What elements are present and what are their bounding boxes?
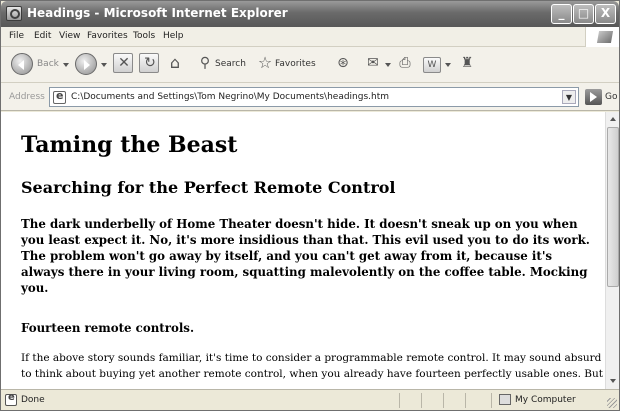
- back-label[interactable]: Back: [37, 59, 59, 69]
- address-text[interactable]: C:\Documents and Settings\Tom Negrino\My…: [71, 92, 389, 102]
- close-button[interactable]: X: [595, 4, 616, 24]
- menu-bar: File Edit View Favorites Tools Help: [1, 27, 619, 47]
- search-label[interactable]: Search: [215, 59, 246, 69]
- resize-grip-icon[interactable]: [607, 398, 617, 408]
- ie-page-icon: [6, 6, 22, 21]
- scroll-down-icon[interactable]: [607, 375, 619, 388]
- menu-tools[interactable]: Tools: [133, 31, 155, 41]
- status-divider: [465, 393, 466, 408]
- status-divider: [443, 393, 444, 408]
- history-icon[interactable]: ⊛: [333, 53, 353, 77]
- print-icon[interactable]: ⎙: [395, 53, 415, 77]
- status-bar: Done My Computer: [1, 389, 619, 410]
- home-icon[interactable]: ⌂: [165, 53, 185, 77]
- page-content: Taming the Beast Searching for the Perfe…: [1, 112, 605, 389]
- menu-file[interactable]: File: [9, 31, 24, 41]
- page-heading-1: Taming the Beast: [21, 132, 238, 158]
- page-heading-2: Searching for the Perfect Remote Control: [21, 178, 396, 197]
- status-page-icon: [5, 392, 17, 406]
- status-divider: [421, 393, 422, 408]
- menu-help[interactable]: Help: [163, 31, 184, 41]
- address-dropdown-icon[interactable]: ▼: [562, 90, 576, 104]
- status-divider: [399, 393, 400, 408]
- minimize-button[interactable]: _: [551, 4, 572, 24]
- mail-icon[interactable]: ✉: [363, 53, 383, 77]
- window-title: Headings - Microsoft Internet Explorer: [27, 6, 288, 20]
- page-paragraph: If the above story sounds familiar, it's…: [21, 352, 603, 380]
- windows-logo-icon: [585, 27, 619, 47]
- address-input[interactable]: C:\Documents and Settings\Tom Negrino\My…: [49, 87, 579, 107]
- page-heading-4-second: Fourteen remote controls.: [21, 321, 195, 335]
- vertical-scrollbar[interactable]: [605, 112, 619, 389]
- favorites-star-icon[interactable]: ☆: [255, 53, 275, 77]
- address-bar: Address C:\Documents and Settings\Tom Ne…: [1, 83, 619, 111]
- go-label[interactable]: Go: [605, 92, 617, 102]
- page-icon: [53, 89, 66, 104]
- menu-edit[interactable]: Edit: [34, 31, 51, 41]
- refresh-icon[interactable]: ↻: [139, 53, 159, 73]
- status-divider: [491, 393, 492, 408]
- forward-dropdown-icon[interactable]: [101, 63, 107, 70]
- back-dropdown-icon[interactable]: [63, 63, 69, 70]
- page-heading-4-intro: The dark underbelly of Home Theater does…: [21, 217, 590, 295]
- go-arrow-icon[interactable]: [585, 89, 602, 105]
- menu-view[interactable]: View: [59, 31, 80, 41]
- messenger-icon[interactable]: ♜: [457, 53, 477, 77]
- edit-icon[interactable]: W: [423, 57, 441, 73]
- menu-favorites[interactable]: Favorites: [87, 31, 128, 41]
- browser-window: Headings - Microsoft Internet Explorer _…: [0, 0, 620, 411]
- forward-arrow-icon[interactable]: [75, 53, 97, 75]
- toolbar: Back ✕ ↻ ⌂ ⚲ Search ☆ Favorites ⊛ ✉ ⎙ W …: [1, 47, 619, 83]
- search-icon[interactable]: ⚲: [195, 53, 215, 77]
- mail-dropdown-icon[interactable]: [385, 63, 391, 70]
- edit-dropdown-icon[interactable]: [445, 63, 451, 70]
- back-arrow-icon[interactable]: [11, 53, 33, 75]
- zone-text: My Computer: [515, 395, 576, 405]
- title-bar: Headings - Microsoft Internet Explorer _…: [1, 1, 619, 27]
- scroll-up-icon[interactable]: [607, 113, 619, 126]
- stop-icon[interactable]: ✕: [113, 53, 133, 73]
- computer-icon: [499, 394, 511, 405]
- address-label: Address: [9, 92, 45, 102]
- maximize-button[interactable]: □: [573, 4, 594, 24]
- favorites-label[interactable]: Favorites: [275, 59, 316, 69]
- scroll-thumb[interactable]: [607, 127, 619, 287]
- status-text: Done: [21, 395, 45, 405]
